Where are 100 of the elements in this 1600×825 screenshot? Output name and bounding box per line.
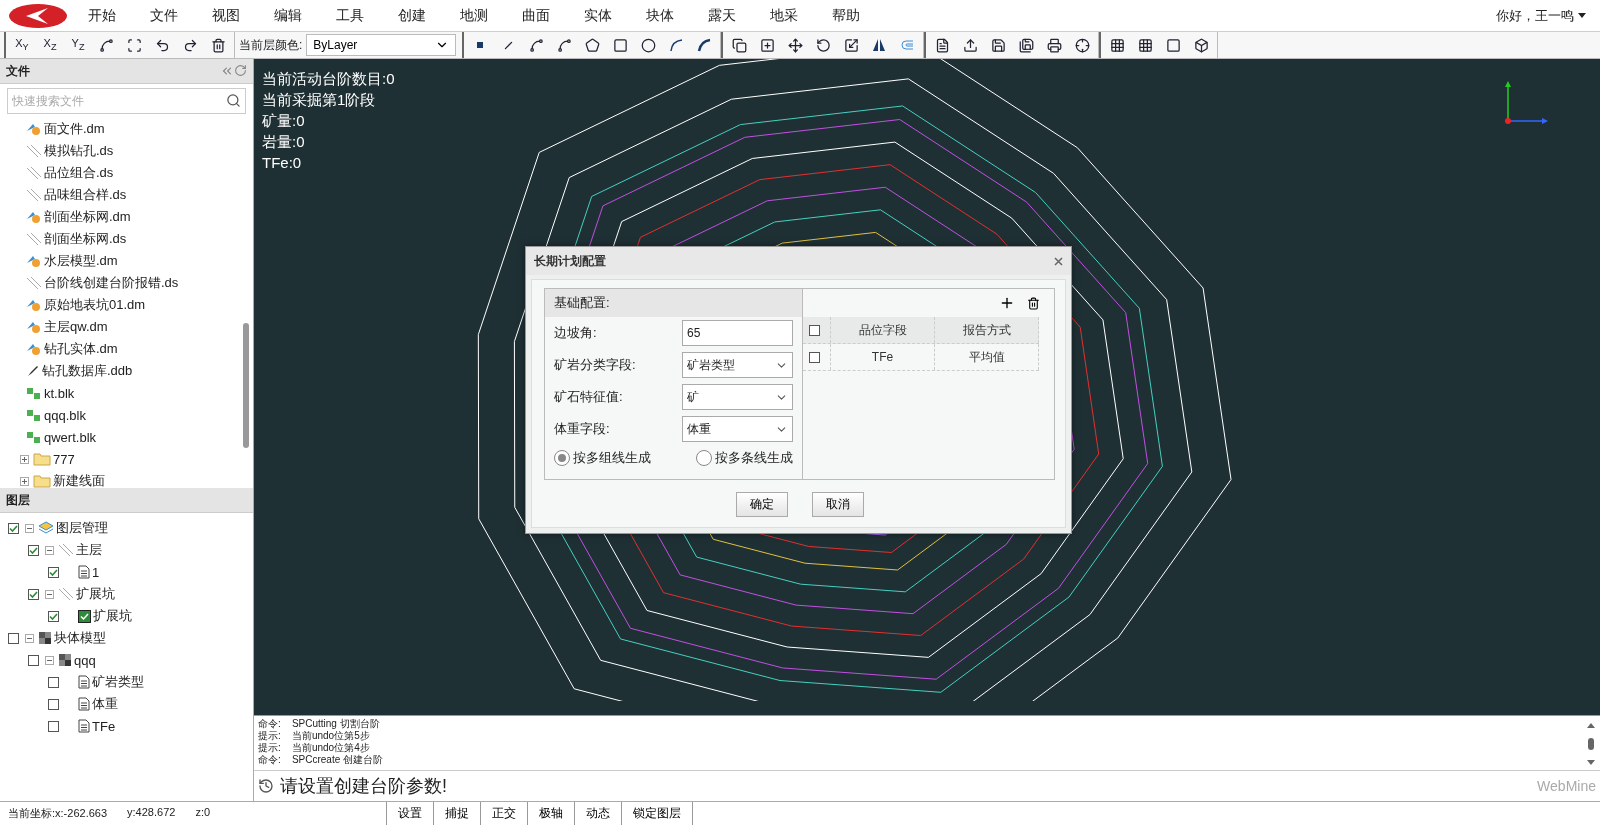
dialog-button[interactable]: 确定 — [735, 492, 788, 517]
file-name[interactable]: kt.blk — [44, 385, 75, 401]
surface-file-icon — [26, 210, 42, 224]
file-name[interactable]: qqq.blk — [44, 407, 86, 423]
file-name[interactable]: 面文件.dm — [44, 120, 105, 138]
menu-item[interactable]: 块体 — [646, 6, 674, 25]
menu-item[interactable]: 视图 — [212, 6, 240, 25]
file-name[interactable]: 水层模型.dm — [44, 252, 118, 270]
view-button[interactable]: X$_{Z}$ — [38, 34, 62, 56]
checkbox[interactable] — [48, 610, 59, 622]
menu-item[interactable]: 创建 — [398, 6, 426, 25]
layer-label[interactable]: 扩展坑 — [93, 607, 132, 625]
expand-icon[interactable] — [20, 454, 29, 464]
hatch-lines-icon — [26, 188, 42, 202]
search-icon[interactable] — [226, 93, 241, 108]
collapse-icon[interactable] — [45, 545, 54, 555]
dialog-button[interactable]: 取消 — [811, 492, 864, 517]
file-name[interactable]: 钻孔数据库.ddb — [42, 362, 133, 380]
menu-item[interactable]: 工具 — [336, 6, 364, 25]
collapse-icon[interactable] — [45, 655, 54, 665]
file-name[interactable]: qwert.blk — [44, 429, 97, 445]
menu-item[interactable]: 地测 — [460, 6, 488, 25]
layer-label[interactable]: 1 — [92, 564, 100, 580]
file-name[interactable]: 原始地表坑01.dm — [44, 296, 146, 314]
menu-item[interactable]: 露天 — [708, 6, 736, 25]
menu-item[interactable]: 地采 — [770, 6, 798, 25]
hatch-lines-icon — [26, 276, 42, 290]
add-icon[interactable] — [999, 295, 1015, 311]
log-line: 命令: SPCcreate 创建台阶 — [258, 754, 385, 766]
checkbox[interactable] — [28, 654, 39, 666]
collapse-icon[interactable] — [25, 523, 34, 533]
file-name[interactable]: 剖面坐标网.ds — [44, 230, 127, 248]
menu-item[interactable]: 曲面 — [522, 6, 550, 25]
caret-icon[interactable] — [1578, 13, 1586, 18]
panel-title: 文件 — [6, 62, 30, 80]
layer-color-label: 当前层颜色: — [239, 36, 303, 54]
view-button[interactable]: Y$_{Z}$ — [66, 34, 90, 56]
layer-color-select[interactable]: ByLayer — [306, 34, 457, 56]
menu-item[interactable]: 编辑 — [274, 6, 302, 25]
field-label: 体重字段: — [554, 420, 610, 438]
checkbox[interactable] — [48, 676, 59, 688]
document-icon — [78, 565, 90, 579]
layer-label[interactable]: 块体模型 — [54, 629, 106, 647]
select-field[interactable]: 矿 — [682, 384, 793, 410]
file-name[interactable]: 主层qw.dm — [44, 318, 108, 336]
menu-item[interactable]: 开始 — [88, 6, 116, 25]
file-name[interactable]: 台阶线创建台阶报错.ds — [44, 274, 179, 292]
menu-item[interactable]: 文件 — [150, 6, 178, 25]
checkbox[interactable] — [8, 522, 19, 534]
dialog-title: 长期计划配置 — [534, 252, 606, 270]
input-field[interactable]: 65 — [682, 320, 793, 346]
radio-option[interactable]: 按多组线生成 — [554, 449, 651, 467]
checkbox[interactable] — [8, 632, 19, 644]
checkbox[interactable] — [48, 698, 59, 710]
checkbox[interactable] — [809, 324, 820, 336]
menu-item[interactable]: 实体 — [584, 6, 612, 25]
file-name[interactable]: 品味组合样.ds — [44, 186, 127, 204]
view-button[interactable]: X$_{Y}$ — [10, 34, 34, 56]
checkbox[interactable] — [28, 588, 39, 600]
layer-label[interactable]: 矿岩类型 — [92, 673, 144, 691]
delete-icon[interactable] — [1027, 296, 1040, 310]
layer-label[interactable]: qqq — [74, 652, 96, 668]
hatch-lines-icon — [58, 543, 74, 557]
radio-option[interactable]: 按多条线生成 — [696, 449, 793, 467]
blocks-icon — [26, 430, 42, 444]
file-name[interactable]: 模拟钻孔.ds — [44, 142, 114, 160]
checkbox[interactable] — [48, 720, 59, 732]
layer-label[interactable]: 主层 — [76, 541, 102, 559]
file-name[interactable]: 777 — [53, 451, 75, 467]
file-name[interactable]: 品位组合.ds — [44, 164, 114, 182]
layer-label[interactable]: 扩展坑 — [76, 585, 115, 603]
select-field[interactable]: 体重 — [682, 416, 793, 442]
close-icon[interactable] — [1054, 256, 1063, 266]
checkbox[interactable] — [48, 566, 59, 578]
user-menu[interactable]: 你好，王一鸣 — [1496, 6, 1586, 25]
history-icon[interactable] — [258, 778, 274, 794]
radio-dot-icon[interactable] — [558, 454, 566, 462]
collapse-icon[interactable] — [25, 633, 34, 643]
layers-icon — [38, 521, 54, 535]
menu-item[interactable]: 帮助 — [832, 6, 860, 25]
file-name[interactable]: 新建线面 — [53, 472, 105, 490]
hatch-lines-icon — [58, 587, 74, 601]
collapse-icon[interactable] — [45, 589, 54, 599]
document-icon — [78, 675, 90, 689]
select-field[interactable]: 矿岩类型 — [682, 352, 793, 378]
checkbox[interactable] — [809, 351, 820, 363]
field-label: 矿岩分类字段: — [554, 356, 636, 374]
scrollbar[interactable] — [1586, 722, 1596, 766]
search-field[interactable]: 快速搜索文件 — [7, 88, 246, 114]
file-name[interactable]: 剖面坐标网.dm — [44, 208, 131, 226]
field-label: 矿石特征值: — [554, 388, 623, 406]
checkbox[interactable] — [28, 544, 39, 556]
layer-label[interactable]: 体重 — [92, 695, 118, 713]
log-line: 命令: SPCutting 切割台阶 — [258, 718, 381, 730]
file-name[interactable]: 钻孔实体.dm — [44, 340, 118, 358]
refresh-icon[interactable] — [234, 64, 247, 77]
layer-label[interactable]: TFe — [92, 718, 116, 734]
expand-icon[interactable] — [20, 476, 29, 486]
block-model-icon — [38, 631, 52, 645]
layer-label[interactable]: 图层管理 — [56, 519, 108, 537]
